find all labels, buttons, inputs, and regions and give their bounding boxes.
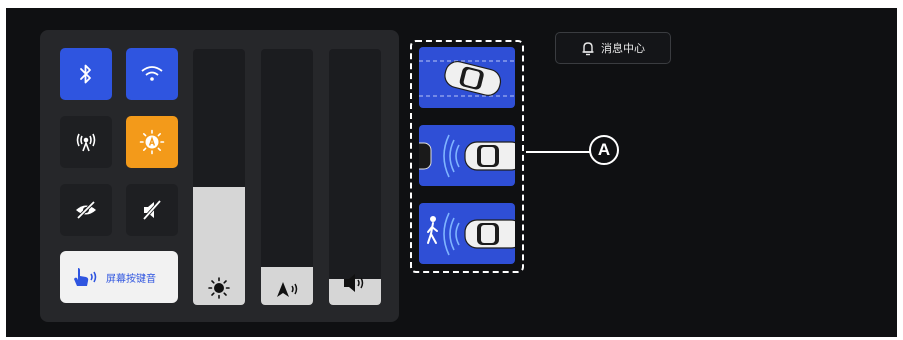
brightness-icon [208, 277, 230, 299]
rear-vehicle-alert-icon [419, 134, 515, 178]
parking-lane-car-icon [419, 60, 515, 97]
hotspot-icon [76, 133, 96, 152]
callout-marker: A [589, 135, 619, 165]
callout-leader-line [526, 151, 591, 153]
brightness-slider[interactable] [193, 49, 245, 305]
mute-toggle[interactable] [126, 184, 178, 236]
message-center-button[interactable]: 消息中心 [555, 32, 671, 64]
navigation-volume-slider[interactable] [261, 49, 313, 305]
privacy-toggle[interactable] [60, 184, 112, 236]
bluetooth-icon [80, 64, 91, 84]
touch-sound-label: 屏幕按键音 [106, 273, 156, 285]
privacy-hidden-icon [76, 200, 96, 220]
message-center-label: 消息中心 [601, 42, 645, 55]
touch-sound-icon [74, 268, 97, 286]
quick-control-panel: 屏幕按键音 [40, 30, 399, 322]
wifi-toggle[interactable] [126, 48, 178, 100]
rear-vehicle-alert-card[interactable] [419, 125, 515, 186]
media-volume-slider[interactable] [329, 49, 381, 305]
pedestrian-alert-icon [427, 212, 515, 256]
media-volume-icon [344, 274, 364, 292]
pedestrian-alert-card[interactable] [419, 203, 515, 264]
bluetooth-toggle[interactable] [60, 48, 112, 100]
parking-lane-card[interactable] [419, 47, 515, 108]
hotspot-toggle[interactable] [60, 116, 112, 168]
auto-brightness-icon [139, 129, 165, 155]
car-display-screen: 屏幕按键音 消息中心 A [6, 8, 897, 337]
touch-sound-button[interactable]: 屏幕按键音 [60, 251, 178, 303]
wifi-icon [141, 66, 163, 81]
mute-icon [142, 199, 162, 221]
navigation-volume-icon [277, 282, 298, 297]
bell-icon [582, 41, 594, 55]
parking-alert-cards-group [410, 40, 524, 273]
auto-brightness-toggle[interactable] [126, 116, 178, 168]
